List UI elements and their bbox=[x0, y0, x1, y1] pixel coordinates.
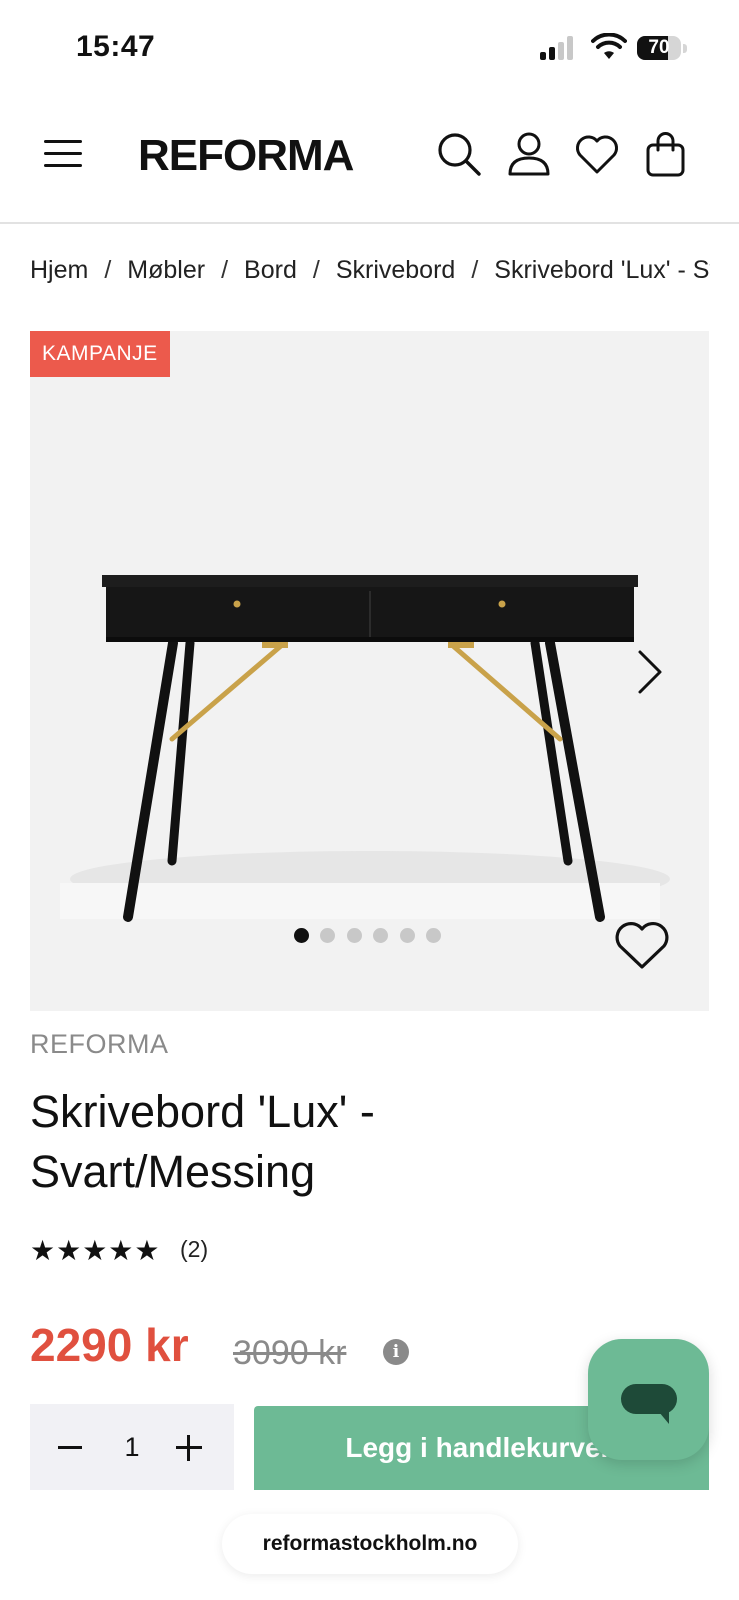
chevron-right-icon[interactable] bbox=[630, 646, 670, 698]
chat-icon bbox=[621, 1384, 677, 1424]
gallery-dot[interactable] bbox=[294, 928, 309, 943]
site-logo[interactable]: REFORMA bbox=[138, 131, 354, 181]
breadcrumb-furniture[interactable]: Møbler bbox=[127, 256, 205, 284]
wifi-icon bbox=[591, 33, 627, 59]
breadcrumb-desks[interactable]: Skrivebord bbox=[336, 256, 456, 284]
breadcrumb-home[interactable]: Hjem bbox=[30, 256, 88, 284]
cart-icon[interactable] bbox=[643, 131, 689, 177]
search-icon[interactable] bbox=[436, 131, 482, 177]
chat-widget-button[interactable] bbox=[588, 1339, 709, 1460]
quantity-stepper: 1 bbox=[30, 1404, 234, 1490]
wishlist-icon[interactable] bbox=[574, 131, 620, 177]
gallery-dot[interactable] bbox=[320, 928, 335, 943]
cellular-signal-icon bbox=[540, 36, 578, 60]
browser-url-bar[interactable]: reformastockholm.no bbox=[222, 1514, 518, 1574]
status-bar: 15:47 70 bbox=[0, 0, 739, 95]
product-gallery[interactable]: KAMPANJE bbox=[30, 331, 709, 1011]
decrease-quantity-button[interactable] bbox=[50, 1424, 96, 1470]
breadcrumb-current: Skrivebord 'Lux' - Svart/Messing bbox=[494, 256, 710, 284]
battery-icon: 70 bbox=[637, 36, 687, 60]
status-time: 15:47 bbox=[76, 30, 156, 63]
menu-icon[interactable] bbox=[44, 138, 84, 170]
breadcrumb-separator: / bbox=[221, 256, 229, 284]
breadcrumb-separator: / bbox=[312, 256, 320, 284]
breadcrumb-separator: / bbox=[104, 256, 112, 284]
quantity-value[interactable]: 1 bbox=[110, 1404, 154, 1490]
campaign-badge: KAMPANJE bbox=[30, 331, 170, 377]
account-icon[interactable] bbox=[506, 131, 552, 177]
breadcrumb-separator: / bbox=[471, 256, 479, 284]
heart-icon[interactable] bbox=[613, 919, 671, 971]
breadcrumb: Hjem / Møbler / Bord / Skrivebord / Skrivebord '… bbox=[30, 256, 710, 285]
product-brand[interactable]: REFORMA bbox=[30, 1029, 169, 1060]
product-rating[interactable]: ★★★★★ (2) bbox=[30, 1234, 208, 1266]
product-title-line: Svart/Messing bbox=[30, 1146, 316, 1197]
gallery-dot[interactable] bbox=[426, 928, 441, 943]
site-header: REFORMA bbox=[0, 95, 739, 224]
star-rating-icon: ★★★★★ bbox=[30, 1235, 161, 1266]
gallery-dot[interactable] bbox=[347, 928, 362, 943]
info-icon[interactable]: i bbox=[383, 1339, 409, 1365]
increase-quantity-button[interactable] bbox=[168, 1424, 214, 1470]
gallery-dot[interactable] bbox=[373, 928, 388, 943]
breadcrumb-tables[interactable]: Bord bbox=[244, 256, 297, 284]
product-image bbox=[60, 575, 670, 922]
product-title: Skrivebord 'Lux' - Svart/Messing bbox=[30, 1082, 630, 1202]
sale-price: 2290 kr bbox=[30, 1319, 189, 1371]
product-title-line: Skrivebord 'Lux' - bbox=[30, 1086, 375, 1137]
gallery-dot[interactable] bbox=[400, 928, 415, 943]
original-price: 3090 kr bbox=[233, 1334, 347, 1372]
battery-level: 70 bbox=[648, 37, 670, 58]
review-count[interactable]: (2) bbox=[180, 1236, 208, 1263]
